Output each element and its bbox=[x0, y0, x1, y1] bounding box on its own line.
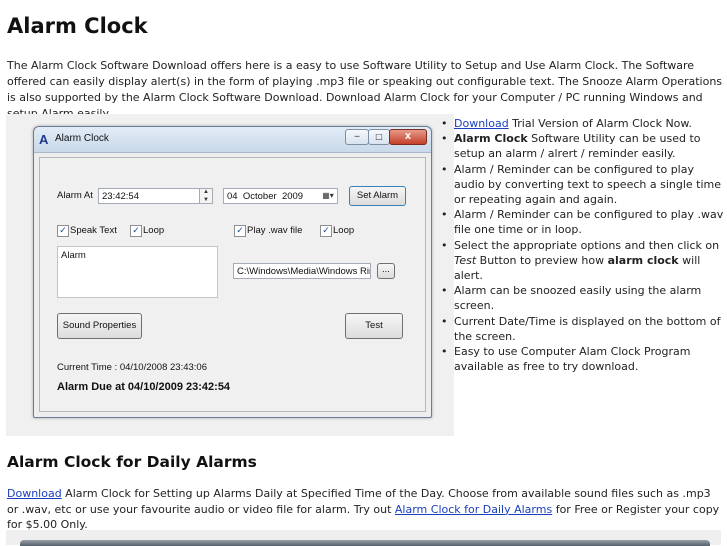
window-title: Alarm Clock bbox=[55, 133, 109, 144]
time-value: 23:42:54 bbox=[102, 191, 139, 202]
wav-path-input[interactable]: C:\Windows\Media\Windows Ring bbox=[233, 263, 371, 279]
minimize-button[interactable]: ─ bbox=[345, 129, 369, 145]
browse-button[interactable]: ... bbox=[377, 263, 395, 279]
list-item: Download Trial Version of Alarm Clock No… bbox=[440, 116, 725, 131]
download-link[interactable]: Download bbox=[7, 487, 62, 500]
list-item-text: Trial Version of Alarm Clock Now. bbox=[508, 117, 692, 130]
section-paragraph: Download Alarm Clock for Setting up Alar… bbox=[7, 486, 725, 533]
screenshot-panel: A Alarm Clock ─ □ X Alarm At 23:42:54 ▲ ▼… bbox=[6, 114, 454, 436]
alarm-clock-window: A Alarm Clock ─ □ X Alarm At 23:42:54 ▲ ▼… bbox=[33, 126, 432, 418]
list-item-text: Alarm / Reminder can be configured to pl… bbox=[454, 208, 724, 237]
date-day: 04 bbox=[227, 191, 238, 202]
date-year: 2009 bbox=[281, 191, 304, 202]
date-picker[interactable]: 04 October 2009 ▦▾ bbox=[223, 188, 338, 204]
list-item-italic: Test bbox=[454, 253, 477, 267]
list-item-text: Button to preview how bbox=[476, 253, 608, 267]
next-screenshot-panel bbox=[6, 530, 721, 546]
list-item-bold: Alarm Clock bbox=[454, 132, 528, 146]
list-item-text: Current Date/Time is displayed on the bo… bbox=[454, 314, 721, 343]
window-client-area: Alarm At 23:42:54 ▲ ▼ 04 October 2009 ▦▾ … bbox=[39, 157, 426, 412]
loop-wav-checkbox[interactable]: ✓ bbox=[320, 225, 332, 237]
time-spinner[interactable]: ▲ ▼ bbox=[199, 189, 212, 203]
feature-list: Download Trial Version of Alarm Clock No… bbox=[440, 116, 725, 374]
list-item-text: Select the appropriate options and then … bbox=[454, 238, 720, 252]
current-time-text: Current Time : 04/10/2008 23:43:06 bbox=[57, 362, 207, 373]
list-item: Alarm Clock Software Utility can be used… bbox=[440, 131, 725, 161]
loop-wav-label: Loop bbox=[333, 225, 355, 236]
list-item: Select the appropriate options and then … bbox=[440, 238, 725, 284]
list-item: Current Date/Time is displayed on the bo… bbox=[440, 314, 725, 344]
loop-speak-checkbox[interactable]: ✓ bbox=[130, 225, 142, 237]
list-item-text: Easy to use Computer Alam Clock Program … bbox=[454, 345, 691, 374]
daily-alarms-link[interactable]: Alarm Clock for Daily Alarms bbox=[395, 503, 552, 516]
speak-text-label: Speak Text bbox=[70, 225, 117, 236]
section-heading: Alarm Clock for Daily Alarms bbox=[7, 453, 257, 471]
test-button[interactable]: Test bbox=[345, 313, 403, 339]
window-frame-top bbox=[20, 540, 710, 546]
list-item: Easy to use Computer Alam Clock Program … bbox=[440, 344, 725, 374]
list-item-bold: alarm clock bbox=[607, 253, 679, 267]
calendar-dropdown-icon[interactable]: ▦▾ bbox=[319, 189, 337, 203]
intro-paragraph: The Alarm Clock Software Download offers… bbox=[7, 59, 723, 120]
time-input[interactable]: 23:42:54 ▲ ▼ bbox=[98, 188, 213, 204]
list-item-text: Alarm can be snoozed easily using the al… bbox=[454, 284, 702, 313]
play-wav-checkbox[interactable]: ✓ bbox=[234, 225, 246, 237]
page-title: Alarm Clock bbox=[7, 14, 148, 38]
alarm-at-label: Alarm At bbox=[57, 190, 93, 201]
list-item: Alarm can be snoozed easily using the al… bbox=[440, 283, 725, 313]
set-alarm-button[interactable]: Set Alarm bbox=[349, 186, 406, 206]
play-wav-label: Play .wav file bbox=[247, 225, 303, 236]
maximize-button[interactable]: □ bbox=[368, 129, 390, 145]
list-item: Alarm / Reminder can be configured to pl… bbox=[440, 207, 725, 237]
date-month: October bbox=[242, 191, 277, 202]
app-logo-icon: A bbox=[39, 132, 49, 147]
alarm-due-text: Alarm Due at 04/10/2009 23:42:54 bbox=[57, 381, 231, 393]
speak-text-checkbox[interactable]: ✓ bbox=[57, 225, 69, 237]
sound-properties-button[interactable]: Sound Properties bbox=[57, 313, 142, 339]
title-bar[interactable]: A Alarm Clock ─ □ X bbox=[34, 127, 431, 153]
list-item-text: Alarm / Reminder can be configured to pl… bbox=[454, 162, 721, 207]
loop-speak-label: Loop bbox=[143, 225, 165, 236]
close-button[interactable]: X bbox=[389, 129, 427, 145]
list-item: Alarm / Reminder can be configured to pl… bbox=[440, 162, 725, 208]
download-link[interactable]: Download bbox=[454, 117, 509, 130]
speak-text-area[interactable]: Alarm bbox=[57, 246, 218, 298]
